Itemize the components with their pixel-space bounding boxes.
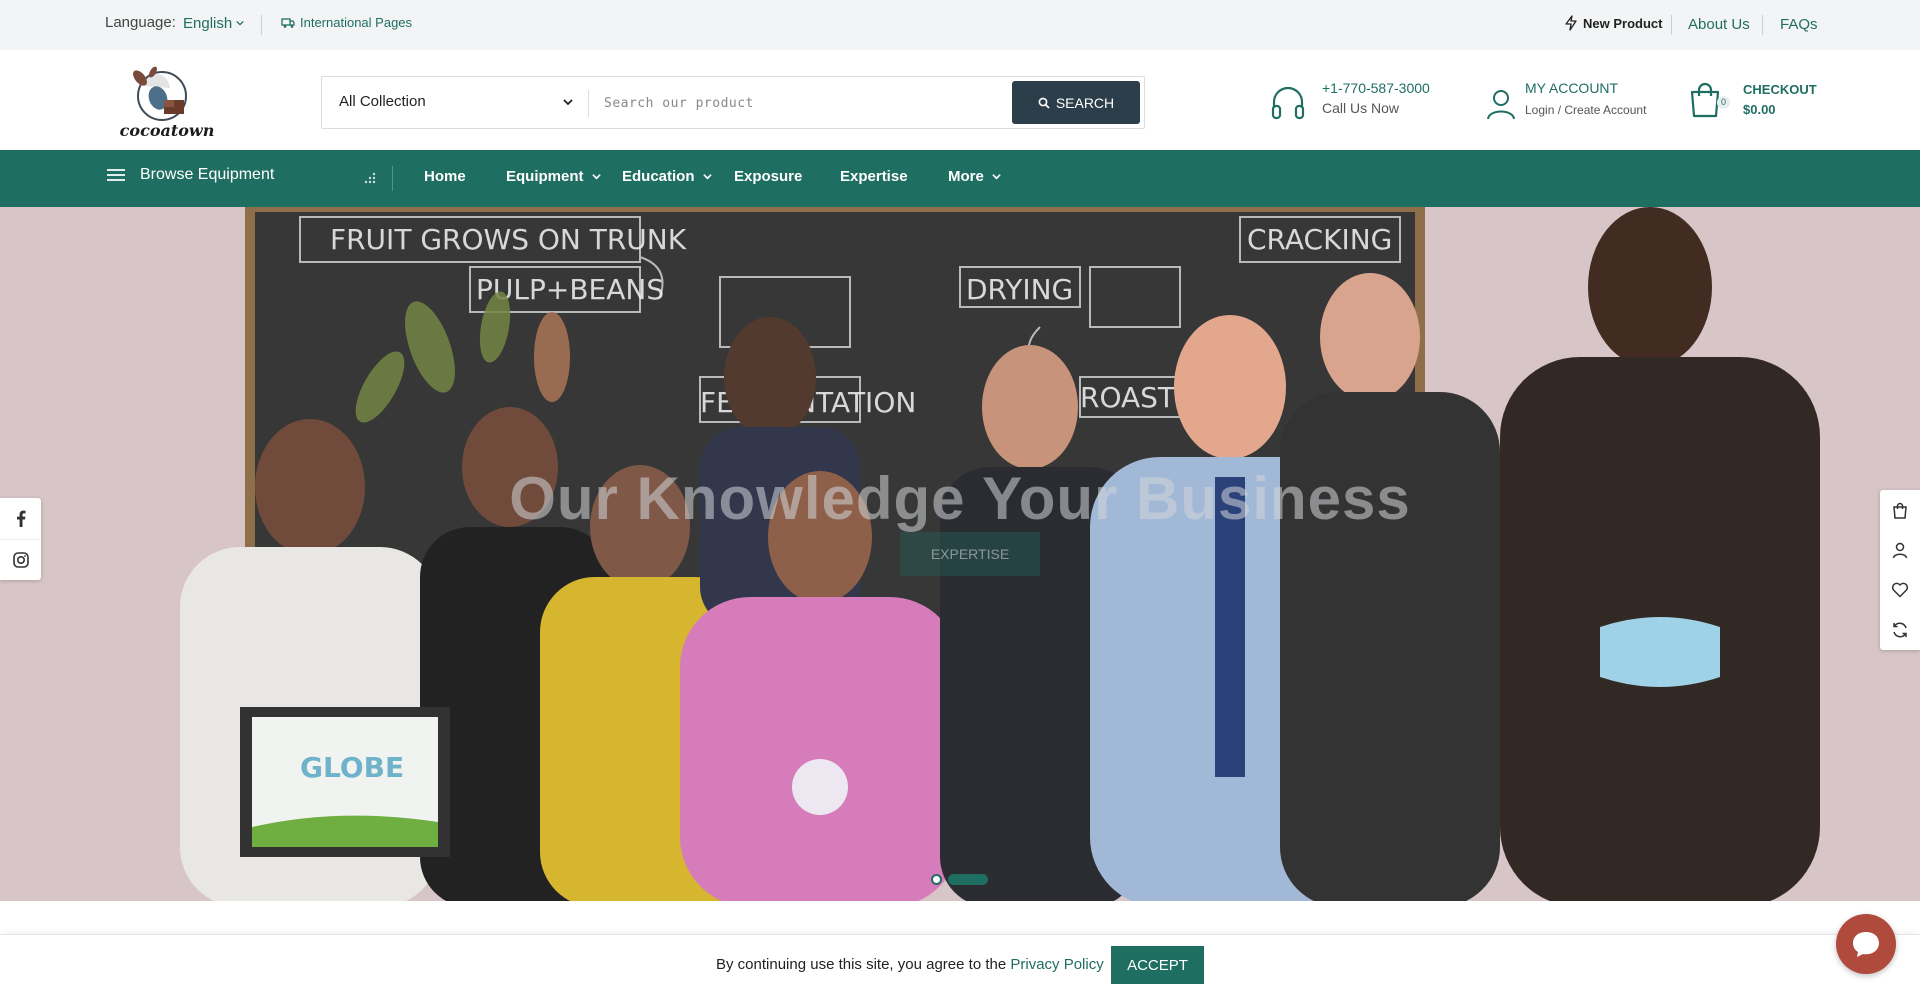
menu-icon [107, 169, 125, 181]
search-bar: All Collection SEARCH [321, 76, 1324, 129]
chevron-down-icon [992, 174, 1001, 180]
slider-dot-1[interactable] [931, 874, 942, 885]
truck-icon [281, 17, 295, 28]
site-header: cocoatown All Collection SEARCH +1-770-5… [0, 50, 1920, 150]
search-button[interactable]: SEARCH [1012, 81, 1140, 124]
new-product-label: New Product [1583, 15, 1663, 31]
cart-total: $0.00 [1743, 102, 1776, 117]
cookie-message-text: By continuing use this site, you agree t… [716, 956, 1007, 973]
faqs-link[interactable]: FAQs [1780, 16, 1818, 33]
international-pages-link[interactable]: International Pages [281, 15, 412, 30]
nav-item-exposure[interactable]: Exposure [734, 168, 802, 185]
checkout-label[interactable]: CHECKOUT [1743, 82, 1817, 97]
social-sidebar [0, 498, 41, 580]
hero-headline: Our Knowledge Your Business [509, 465, 1411, 532]
account-block[interactable]: MY ACCOUNT Login / Create Account [1486, 78, 1686, 138]
language-selector[interactable]: English [183, 15, 232, 32]
quick-tools-sidebar [1880, 490, 1920, 650]
language-label: Language: [105, 14, 176, 31]
international-pages-label: International Pages [300, 15, 413, 30]
phone-number[interactable]: +1-770-587-3000 [1322, 80, 1430, 96]
chevron-down-icon[interactable] [563, 97, 573, 107]
nav-item-more[interactable]: More [948, 168, 1001, 185]
nav-item-equipment[interactable]: Equipment [506, 168, 601, 185]
dots-grid-icon[interactable] [364, 172, 376, 184]
instagram-icon [12, 552, 29, 568]
search-icon [1038, 97, 1050, 109]
hero-expertise-button[interactable]: EXPERTISE [900, 532, 1040, 576]
cookie-consent-bar: By continuing use this site, you agree t… [0, 934, 1920, 993]
svg-text:cocoatown: cocoatown [120, 121, 214, 140]
slider-dot-2-active[interactable] [948, 874, 988, 885]
divider [588, 90, 589, 117]
nav-item-expertise[interactable]: Expertise [840, 168, 908, 185]
nav-item-label: Equipment [506, 168, 584, 185]
main-nav: Browse Equipment Home Equipment Educatio… [0, 150, 1920, 207]
facebook-link[interactable] [0, 498, 41, 539]
nav-item-label: Home [424, 168, 466, 185]
compare-tool-button[interactable] [1880, 610, 1920, 650]
browse-equipment-button[interactable]: Browse Equipment [106, 166, 274, 184]
nav-item-label: Expertise [840, 168, 908, 185]
search-input[interactable] [604, 87, 1324, 119]
heart-icon [1891, 582, 1909, 598]
account-tool-button[interactable] [1880, 530, 1920, 570]
chevron-down-icon[interactable] [236, 19, 244, 27]
nav-item-label: Education [622, 168, 695, 185]
cart-count-badge: 0 [1717, 96, 1730, 109]
chevron-down-icon [591, 174, 601, 180]
contact-block[interactable]: +1-770-587-3000 Call Us Now [1270, 78, 1470, 138]
user-icon [1487, 90, 1515, 120]
headphones-icon [1271, 86, 1305, 120]
about-us-link[interactable]: About Us [1688, 16, 1750, 33]
cart-tool-button[interactable] [1880, 490, 1920, 530]
refresh-icon [1893, 622, 1907, 638]
instagram-link[interactable] [0, 539, 41, 580]
new-product-link[interactable]: New Product [1564, 15, 1662, 31]
my-account-link[interactable]: MY ACCOUNT [1525, 80, 1618, 96]
top-bar: Language: English International Pages Ne… [0, 0, 1920, 50]
accept-cookies-button[interactable]: ACCEPT [1111, 946, 1204, 984]
nav-item-label: Exposure [734, 168, 803, 185]
chevron-down-icon [702, 174, 712, 180]
user-icon [1892, 542, 1908, 558]
privacy-policy-link[interactable]: Privacy Policy [1010, 956, 1103, 973]
chat-widget-button[interactable] [1836, 914, 1896, 974]
nav-item-home[interactable]: Home [424, 168, 466, 185]
login-create-account-link[interactable]: Login / Create Account [1525, 103, 1646, 117]
collection-select[interactable]: All Collection [339, 93, 426, 110]
search-button-label: SEARCH [1055, 94, 1115, 111]
nav-item-education[interactable]: Education [622, 168, 712, 185]
divider [1762, 15, 1763, 35]
divider [1671, 15, 1672, 35]
checkout-block[interactable]: 0 CHECKOUT $0.00 [1688, 80, 1838, 140]
cookie-message: By continuing use this site, you agree t… [716, 956, 1104, 973]
call-us-label: Call Us Now [1322, 100, 1400, 116]
hero-slider: FRUIT GROWS ON TRUNK PULP+BEANS CRACKING… [0, 207, 1920, 901]
wishlist-tool-button[interactable] [1880, 570, 1920, 610]
shopping-bag-icon [1893, 502, 1907, 519]
divider [261, 15, 262, 35]
nav-item-label: More [948, 168, 984, 185]
browse-equipment-label: Browse Equipment [140, 166, 275, 183]
facebook-icon [16, 510, 25, 527]
cocoatown-logo[interactable]: cocoatown [120, 62, 214, 140]
lightning-icon [1565, 15, 1577, 31]
divider [392, 166, 393, 191]
chat-bubble-icon [1853, 932, 1879, 957]
